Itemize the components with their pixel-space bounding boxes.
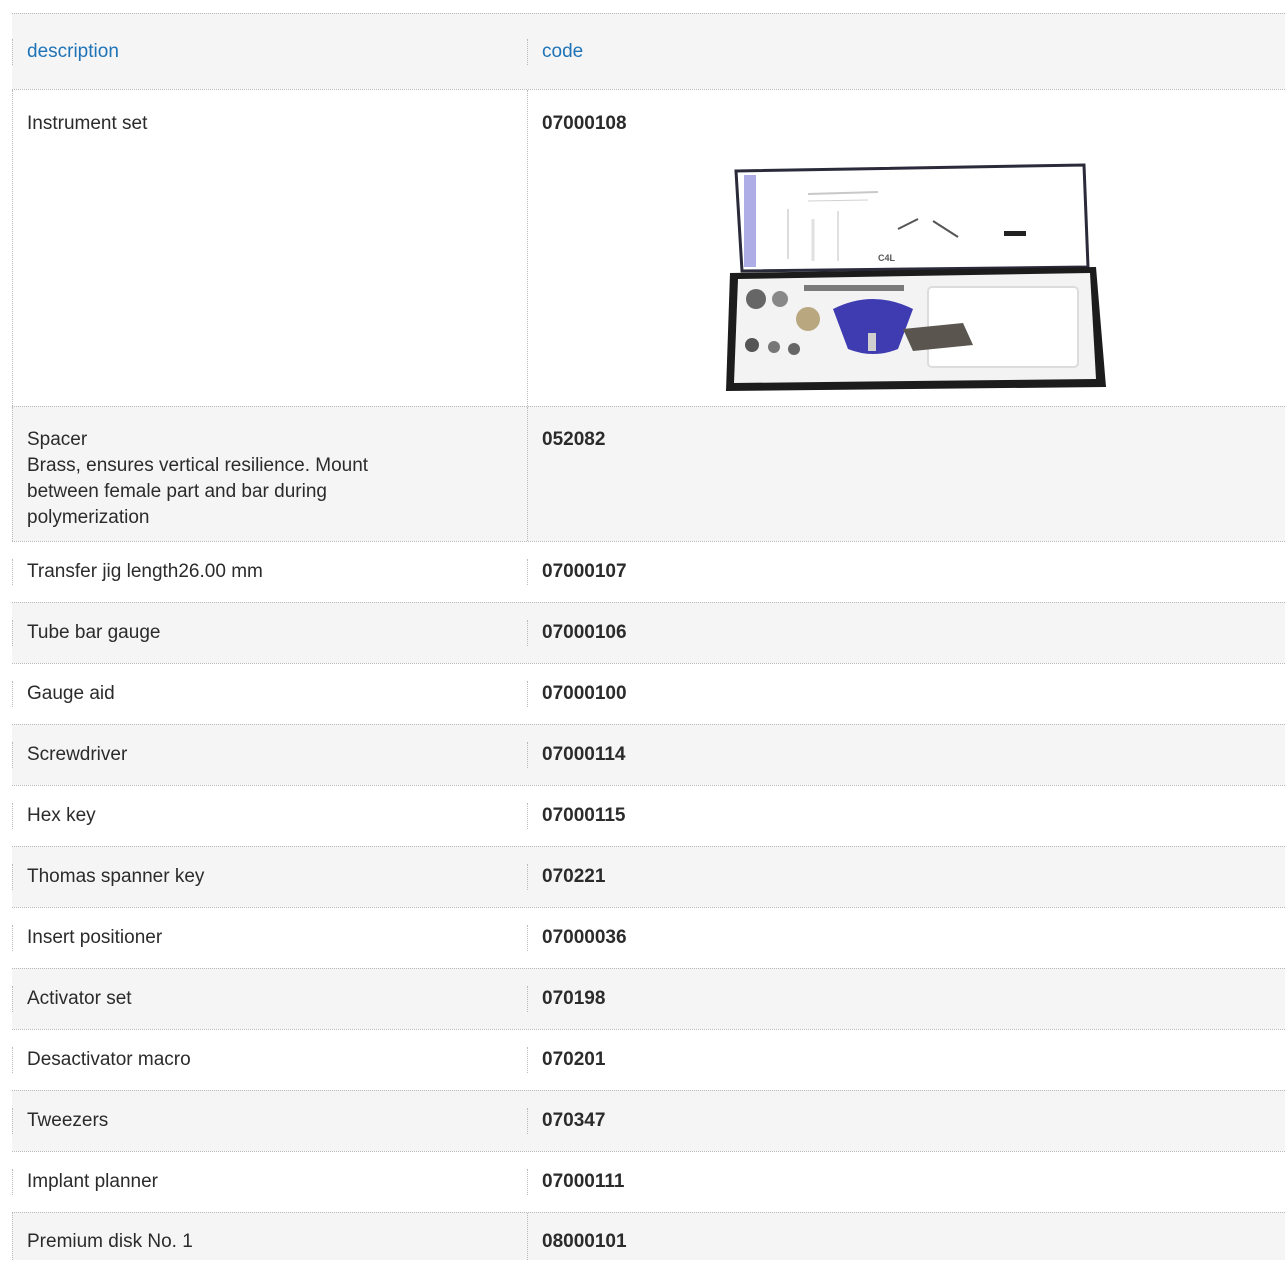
row-description: Transfer jig length26.00 mm <box>12 559 528 585</box>
row-code: 07000100 <box>542 683 627 704</box>
table-row: Transfer jig length26.00 mm 07000107 <box>12 541 1285 602</box>
row-description: Tube bar gauge <box>12 620 528 646</box>
table-row: Hex key 07000115 <box>12 785 1285 846</box>
row-code: 07000107 <box>542 561 627 582</box>
row-description: Desactivator macro <box>12 1047 528 1073</box>
row-code: 070198 <box>542 988 606 1009</box>
row-code: 08000101 <box>542 1231 627 1252</box>
row-code: 07000106 <box>542 622 627 643</box>
row-description: Screwdriver <box>12 742 528 768</box>
table-row: Gauge aid 07000100 <box>12 663 1285 724</box>
row-description: Hex key <box>12 803 528 829</box>
table-row: Activator set 070198 <box>12 968 1285 1029</box>
row-description: Thomas spanner key <box>12 864 528 890</box>
table-row: Tweezers 070347 <box>12 1090 1285 1151</box>
table-row: Instrument set 07000108 C4L <box>12 89 1285 406</box>
row-code: 07000114 <box>542 744 626 765</box>
column-header-description: description <box>12 38 528 65</box>
table-row: Tube bar gauge 07000106 <box>12 602 1285 663</box>
row-code: 07000115 <box>542 805 626 826</box>
row-description: Gauge aid <box>12 681 528 707</box>
row-code: 052082 <box>542 429 606 450</box>
table-row: Thomas spanner key 070221 <box>12 846 1285 907</box>
product-table: description code Instrument set 07000108… <box>12 13 1285 1260</box>
table-row: Premium disk No. 1 08000101 <box>12 1212 1285 1260</box>
table-header-row: description code <box>12 13 1285 89</box>
row-code: 070201 <box>542 1049 606 1070</box>
row-description-detail-line: between female part and bar during <box>27 481 327 502</box>
row-description: Instrument set <box>12 90 528 406</box>
table-row: Spacer Brass, ensures vertical resilienc… <box>12 406 1285 541</box>
row-code-cell: 07000108 C4L <box>528 90 1285 406</box>
row-description: Tweezers <box>12 1108 528 1134</box>
row-code: 07000036 <box>542 927 627 948</box>
svg-text:C4L: C4L <box>878 253 896 263</box>
table-row: Screwdriver 07000114 <box>12 724 1285 785</box>
row-code: 07000108 <box>542 113 627 134</box>
table-row: Insert positioner 07000036 <box>12 907 1285 968</box>
table-row: Desactivator macro 070201 <box>12 1029 1285 1090</box>
row-code: 07000111 <box>542 1171 625 1192</box>
column-header-code: code <box>542 40 584 62</box>
instrument-set-image: C4L <box>726 163 1106 391</box>
row-description-detail-line: Brass, ensures vertical resilience. Moun… <box>27 455 369 476</box>
row-code: 070221 <box>542 866 606 887</box>
row-description: Insert positioner <box>12 925 528 951</box>
row-description: Spacer Brass, ensures vertical resilienc… <box>12 407 528 541</box>
row-description-detail-line: polymerization <box>27 507 150 528</box>
row-code: 070347 <box>542 1110 606 1131</box>
row-description: Premium disk No. 1 <box>12 1213 528 1260</box>
row-description: Activator set <box>12 986 528 1012</box>
row-description: Implant planner <box>12 1169 528 1195</box>
row-description-title: Spacer <box>27 429 88 450</box>
table-row: Implant planner 07000111 <box>12 1151 1285 1212</box>
